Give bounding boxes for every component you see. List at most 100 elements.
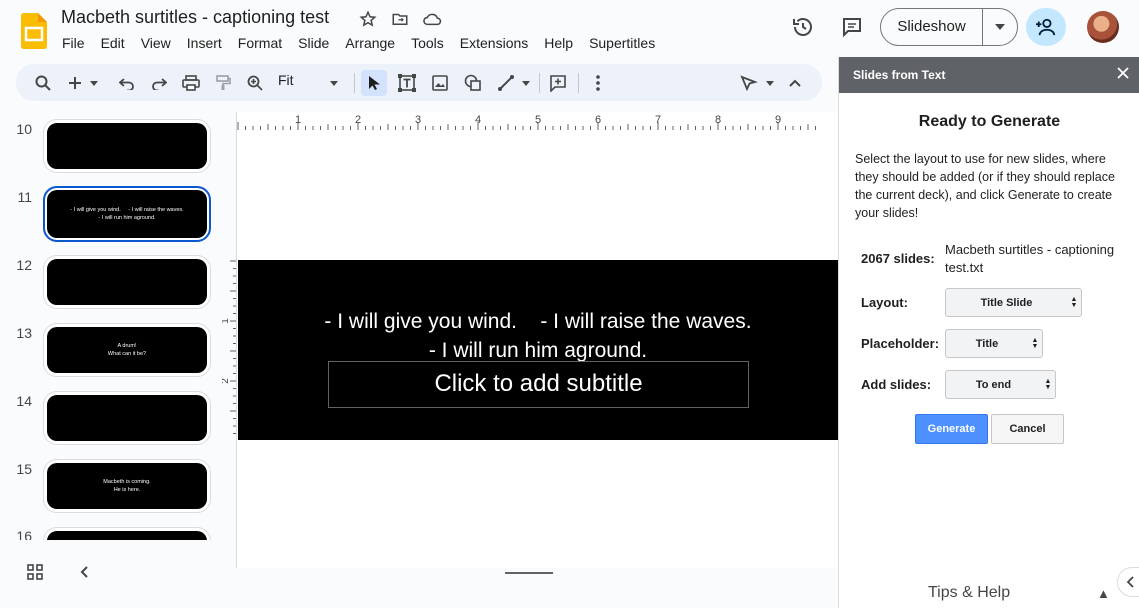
- menu-slide[interactable]: Slide: [290, 34, 337, 52]
- layout-label: Layout:: [861, 295, 908, 310]
- slides-from-text-panel: Slides from Text Ready to Generate Selec…: [838, 57, 1139, 608]
- expand-tips-arrow-icon[interactable]: ▲: [1097, 586, 1110, 601]
- thumbnail-preview: A drum! What can it be?: [47, 327, 207, 373]
- ruler-label: 1: [295, 114, 301, 126]
- new-slide-layout-dropdown-icon[interactable]: [86, 70, 102, 96]
- slide-thumbnail-11[interactable]: - I will give you wind. - I will raise t…: [43, 186, 211, 242]
- redo-icon[interactable]: [146, 70, 172, 96]
- slide-thumbnail-16[interactable]: [43, 527, 211, 540]
- ruler-label: 8: [715, 114, 721, 126]
- layout-select[interactable]: Title Slide ▲ ▼: [945, 288, 1082, 317]
- tips-help-link[interactable]: Tips & Help: [928, 584, 1010, 602]
- slideshow-button-group: Slideshow: [880, 8, 1018, 46]
- star-icon[interactable]: [359, 10, 377, 28]
- comments-icon[interactable]: [840, 15, 864, 39]
- document-title[interactable]: Macbeth surtitles - captioning test: [61, 7, 329, 28]
- thumbnail-preview: [47, 531, 207, 540]
- add-slides-value: To end: [975, 378, 1012, 391]
- slide-thumbnail-14[interactable]: [43, 391, 211, 445]
- thumbnail-text-line: What can it be?: [107, 351, 147, 357]
- select-arrows-icon: ▲ ▼: [1070, 295, 1078, 309]
- ruler-label: 9: [775, 114, 781, 126]
- thumbnail-text-line: - I will run him aground.: [98, 215, 156, 221]
- zoom-icon[interactable]: [242, 70, 268, 96]
- editing-mode-icon[interactable]: [736, 70, 762, 96]
- line-dropdown-icon[interactable]: [518, 70, 534, 96]
- ruler-label: 7: [655, 114, 661, 126]
- zoom-select[interactable]: Fit: [278, 72, 294, 88]
- menu-insert[interactable]: Insert: [179, 34, 230, 52]
- line-icon[interactable]: [493, 70, 519, 96]
- grid-view-icon[interactable]: [26, 563, 44, 586]
- menu-format[interactable]: Format: [230, 34, 290, 52]
- current-slide[interactable]: - I will give you wind. - I will raise t…: [238, 260, 838, 440]
- slide-number: 13: [16, 325, 32, 341]
- insert-image-icon[interactable]: [427, 70, 453, 96]
- menu-extensions[interactable]: Extensions: [452, 34, 536, 52]
- menu-arrange[interactable]: Arrange: [337, 34, 403, 52]
- search-menus-icon[interactable]: [30, 70, 56, 96]
- user-avatar[interactable]: [1087, 11, 1119, 43]
- placeholder-label: Placeholder:: [861, 336, 940, 351]
- zoom-dropdown-icon[interactable]: [326, 70, 342, 96]
- generate-button[interactable]: Generate: [915, 414, 988, 444]
- horizontal-ruler[interactable]: 1 2 3 4 5 6 7 8 9: [236, 112, 822, 130]
- slide-title-text[interactable]: - I will give you wind. - I will raise t…: [238, 307, 838, 365]
- menu-edit[interactable]: Edit: [93, 34, 133, 52]
- thumbnail-preview: [47, 123, 207, 169]
- thumbnail-text-line: - I will give you wind. - I will raise t…: [70, 207, 184, 213]
- hide-menus-chevron-up-icon[interactable]: [782, 70, 808, 96]
- editing-mode-dropdown-icon[interactable]: [762, 70, 778, 96]
- cancel-button[interactable]: Cancel: [991, 414, 1064, 444]
- toolbar-divider: [578, 73, 579, 93]
- cloud-saved-icon[interactable]: [422, 10, 442, 28]
- placeholder-select[interactable]: Title ▲ ▼: [945, 329, 1043, 358]
- version-history-icon[interactable]: [791, 15, 815, 39]
- slide-thumbnail-13[interactable]: A drum! What can it be?: [43, 323, 211, 377]
- slide-thumbnail-12[interactable]: [43, 255, 211, 309]
- vertical-ruler[interactable]: 12: [220, 260, 236, 440]
- ruler-label: 3: [415, 114, 421, 126]
- slideshow-options-button[interactable]: [983, 9, 1017, 45]
- slide-title-line: - I will run him aground.: [428, 339, 648, 362]
- menu-view[interactable]: View: [133, 34, 179, 52]
- ruler-label: 5: [535, 114, 541, 126]
- slide-count-label: 2067 slides:: [861, 251, 935, 266]
- slide-thumbnail-10[interactable]: [43, 119, 211, 173]
- paint-format-icon[interactable]: [210, 70, 236, 96]
- move-folder-icon[interactable]: [391, 10, 409, 28]
- slide-title-line: - I will give you wind. - I will raise t…: [324, 310, 752, 333]
- side-panel-toggle-chevron-left-icon[interactable]: [1117, 567, 1139, 597]
- text-box-icon[interactable]: [394, 70, 420, 96]
- add-person-icon: [1036, 18, 1056, 36]
- slide-thumbnail-15[interactable]: Macbeth is coming. He is here.: [43, 459, 211, 513]
- collapse-filmstrip-chevron-left-icon[interactable]: [76, 563, 94, 586]
- subtitle-placeholder[interactable]: Click to add subtitle: [328, 361, 749, 408]
- share-button[interactable]: [1026, 8, 1066, 46]
- menu-tools[interactable]: Tools: [403, 34, 452, 52]
- new-slide-icon[interactable]: [62, 70, 88, 96]
- slide-number: 14: [16, 393, 32, 409]
- print-icon[interactable]: [178, 70, 204, 96]
- ruler-label: 1: [222, 318, 231, 324]
- undo-icon[interactable]: [114, 70, 140, 96]
- slide-number: 16: [16, 528, 32, 540]
- menu-file[interactable]: File: [54, 34, 93, 52]
- menu-help[interactable]: Help: [536, 34, 581, 52]
- select-tool-icon[interactable]: [361, 70, 387, 96]
- add-slides-label: Add slides:: [861, 377, 932, 392]
- slide-filmstrip: 10 11 - I will give you wind. - I will r…: [0, 112, 232, 540]
- add-comment-icon[interactable]: [545, 70, 571, 96]
- slides-logo-icon[interactable]: [21, 13, 47, 49]
- more-options-icon[interactable]: [585, 70, 611, 96]
- thumbnail-preview: - I will give you wind. - I will raise t…: [47, 190, 207, 238]
- shape-icon[interactable]: [460, 70, 486, 96]
- slideshow-button[interactable]: Slideshow: [881, 9, 983, 45]
- main-toolbar: Fit: [16, 64, 822, 101]
- chevron-down-icon: [995, 24, 1005, 30]
- menu-supertitles[interactable]: Supertitles: [581, 34, 663, 52]
- add-slides-select[interactable]: To end ▲ ▼: [945, 370, 1056, 399]
- close-icon[interactable]: [1117, 66, 1129, 84]
- speaker-notes-resize-handle[interactable]: [505, 572, 553, 574]
- toolbar-divider: [539, 73, 540, 93]
